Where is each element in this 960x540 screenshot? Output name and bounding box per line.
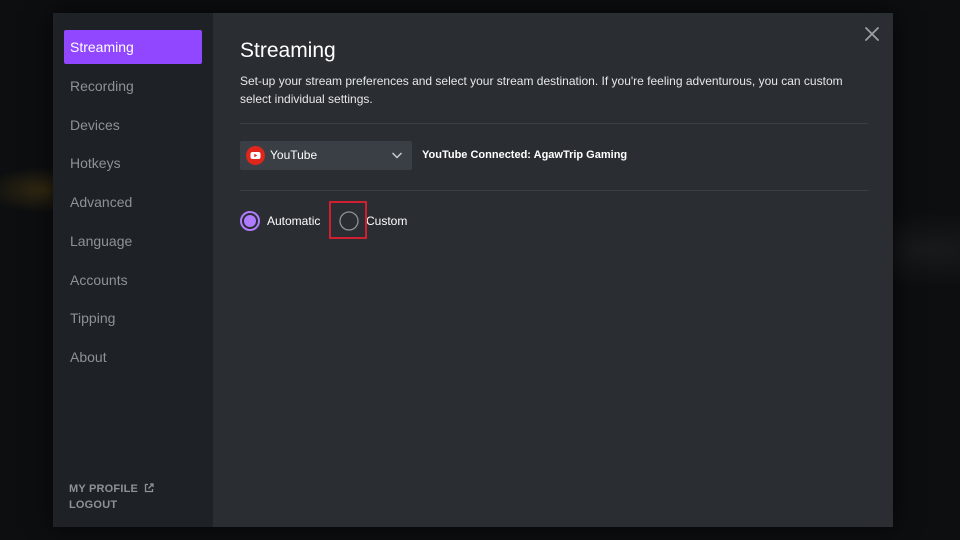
sidebar-item-tipping[interactable]: Tipping xyxy=(64,301,202,335)
radio-unchecked-icon xyxy=(339,211,359,231)
sidebar-item-about[interactable]: About xyxy=(64,340,202,374)
youtube-icon xyxy=(246,146,265,165)
sidebar-item-advanced[interactable]: Advanced xyxy=(64,185,202,219)
radio-custom-label: Custom xyxy=(366,214,408,228)
radio-custom[interactable]: Custom xyxy=(339,211,409,231)
page-title: Streaming xyxy=(240,39,336,62)
sidebar-item-streaming[interactable]: Streaming xyxy=(64,30,202,64)
sidebar-item-hotkeys[interactable]: Hotkeys xyxy=(64,146,202,180)
my-profile-link[interactable]: MY PROFILE xyxy=(69,483,154,495)
my-profile-label: MY PROFILE xyxy=(69,483,139,495)
logout-link[interactable]: LOGOUT xyxy=(69,499,117,511)
divider xyxy=(240,190,868,191)
chevron-down-icon xyxy=(391,152,403,159)
sidebar-item-language[interactable]: Language xyxy=(64,224,202,258)
sidebar-item-recording[interactable]: Recording xyxy=(64,69,202,103)
connection-status: YouTube Connected: AgawTrip Gaming xyxy=(422,149,628,161)
sidebar-item-devices[interactable]: Devices xyxy=(64,108,202,142)
platform-select[interactable]: YouTube xyxy=(240,141,412,170)
platform-select-value: YouTube xyxy=(270,148,318,162)
divider xyxy=(240,123,868,124)
page-description: Set-up your stream preferences and selec… xyxy=(240,74,843,106)
settings-sidebar: Streaming Recording Devices Hotkeys Adva… xyxy=(53,13,213,527)
sidebar-item-accounts[interactable]: Accounts xyxy=(64,263,202,297)
settings-modal: Streaming Recording Devices Hotkeys Adva… xyxy=(53,13,893,527)
radio-checked-icon xyxy=(240,211,260,231)
external-link-icon xyxy=(145,483,154,493)
radio-automatic-label: Automatic xyxy=(267,214,321,228)
radio-automatic[interactable]: Automatic xyxy=(240,211,322,231)
close-icon[interactable] xyxy=(863,25,881,43)
